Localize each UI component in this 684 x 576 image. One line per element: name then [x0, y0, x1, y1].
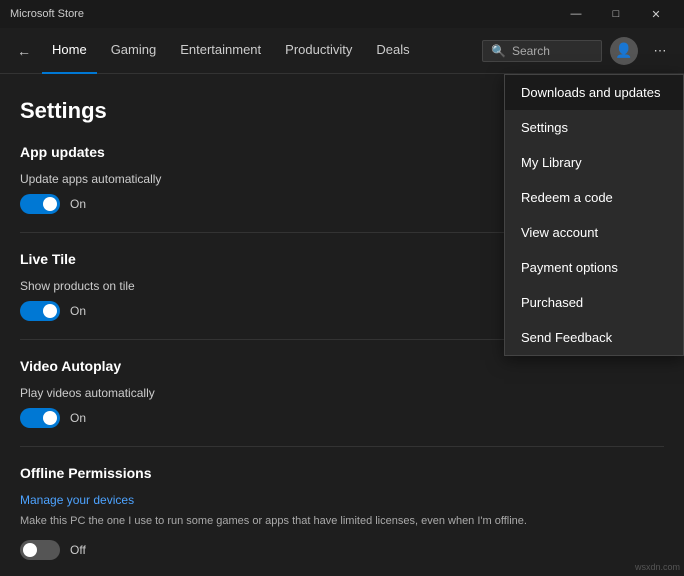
search-label: Search: [512, 44, 550, 58]
divider-3: [20, 446, 664, 447]
video-autoplay-title: Video Autoplay: [20, 358, 664, 374]
dropdown-my-library[interactable]: My Library: [505, 145, 683, 180]
close-button[interactable]: ✕: [636, 0, 676, 28]
nav-gaming[interactable]: Gaming: [101, 28, 167, 74]
nav-productivity[interactable]: Productivity: [275, 28, 362, 74]
maximize-button[interactable]: □: [596, 0, 636, 28]
video-autoplay-toggle-label: On: [70, 411, 86, 425]
nav-links: Home Gaming Entertainment Productivity D…: [42, 28, 482, 74]
offline-permissions-toggle-label: Off: [70, 543, 86, 557]
dropdown-view-account[interactable]: View account: [505, 215, 683, 250]
section-offline-permissions: Offline Permissions Manage your devices …: [20, 465, 664, 560]
titlebar: Microsoft Store — □ ✕: [0, 0, 684, 28]
titlebar-title: Microsoft Store: [10, 8, 84, 20]
dropdown-payment-options[interactable]: Payment options: [505, 250, 683, 285]
search-icon: 🔍: [491, 44, 506, 58]
avatar[interactable]: 👤: [610, 37, 638, 65]
live-tile-toggle[interactable]: [20, 301, 60, 321]
section-video-autoplay: Video Autoplay Play videos automatically…: [20, 358, 664, 428]
dropdown-redeem-code[interactable]: Redeem a code: [505, 180, 683, 215]
dropdown-downloads-updates[interactable]: Downloads and updates: [505, 75, 683, 110]
dropdown-settings[interactable]: Settings: [505, 110, 683, 145]
more-button[interactable]: ⋯: [646, 37, 674, 65]
nav-entertainment[interactable]: Entertainment: [170, 28, 271, 74]
offline-permissions-description: Make this PC the one I use to run some g…: [20, 513, 664, 530]
main: Settings App updates Update apps automat…: [0, 74, 684, 576]
dropdown-purchased[interactable]: Purchased: [505, 285, 683, 320]
manage-devices-link[interactable]: Manage your devices: [20, 493, 664, 507]
video-autoplay-toggle-row: On: [20, 408, 664, 428]
dropdown-send-feedback[interactable]: Send Feedback: [505, 320, 683, 355]
titlebar-controls: — □ ✕: [556, 0, 676, 28]
video-autoplay-label: Play videos automatically: [20, 386, 664, 400]
app-updates-toggle-label: On: [70, 197, 86, 211]
dropdown-menu: Downloads and updates Settings My Librar…: [504, 74, 684, 356]
nav-right: 🔍 Search 👤 ⋯: [482, 37, 674, 65]
watermark: wsxdn.com: [635, 562, 680, 572]
live-tile-toggle-label: On: [70, 304, 86, 318]
minimize-button[interactable]: —: [556, 0, 596, 28]
back-button[interactable]: ←: [10, 37, 38, 65]
nav-home[interactable]: Home: [42, 28, 97, 74]
offline-permissions-title: Offline Permissions: [20, 465, 664, 481]
app-updates-toggle[interactable]: [20, 194, 60, 214]
offline-permissions-toggle-row: Off: [20, 540, 664, 560]
offline-permissions-toggle[interactable]: [20, 540, 60, 560]
navbar: ← Home Gaming Entertainment Productivity…: [0, 28, 684, 74]
search-bar[interactable]: 🔍 Search: [482, 40, 602, 62]
video-autoplay-toggle[interactable]: [20, 408, 60, 428]
nav-deals[interactable]: Deals: [366, 28, 419, 74]
